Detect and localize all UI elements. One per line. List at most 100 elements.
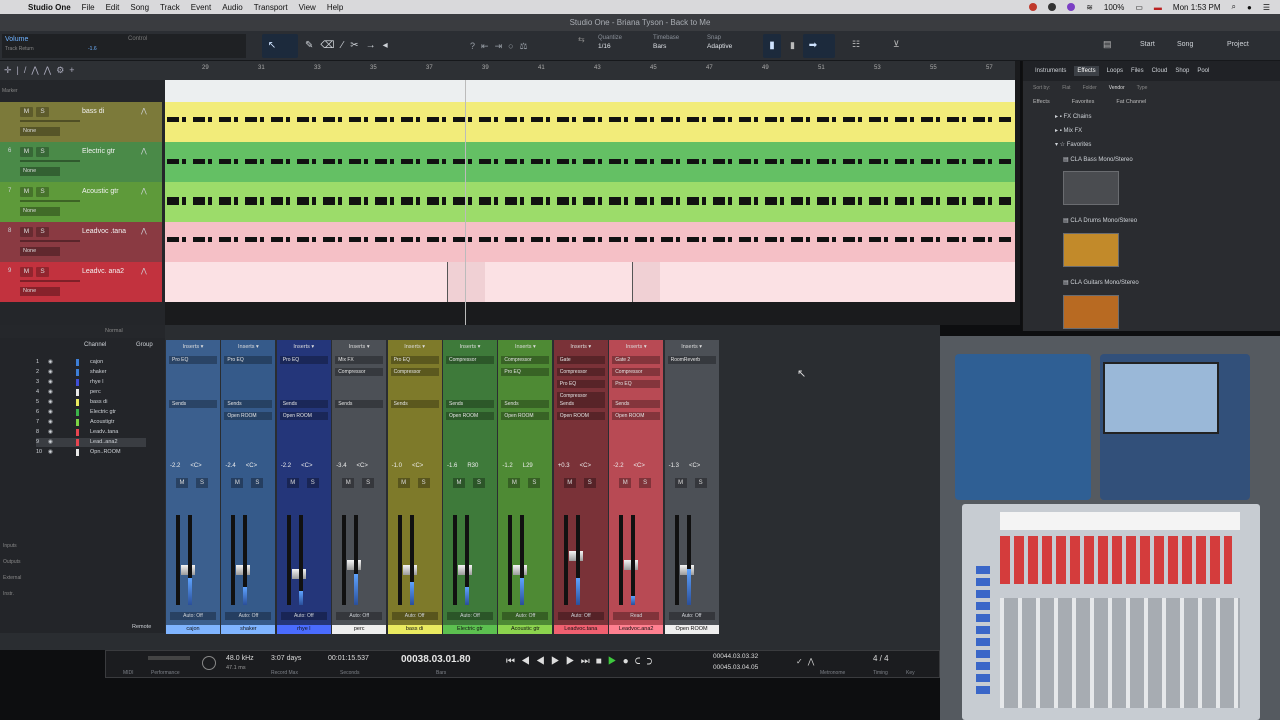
channel-name[interactable]: Open ROOM [664,625,719,634]
mixer-channel[interactable]: Inserts ▾ Mix FX Compressor Sends -3.4 <C> M S A… [332,340,387,634]
outputs-label[interactable]: Outputs [3,559,21,565]
pipe-icon[interactable]: | [17,65,24,75]
track-input-select[interactable]: None [20,167,60,176]
volume-line[interactable] [20,120,80,122]
forward-icon[interactable]: ▶▶ [551,656,581,667]
solo-button[interactable]: S [36,147,49,157]
insert-slot[interactable]: Pro EQ [556,380,605,388]
insert-slot[interactable]: Compressor [335,368,384,376]
eraser-tool-icon[interactable]: ⌫ [320,40,341,51]
track-header[interactable]: M S 7 Acoustic gtr None ⋀ [0,182,162,222]
channel-list-item[interactable]: 3 ◉ rhye l [36,378,146,387]
channel-list-item[interactable]: 1 ◉ cajon [36,358,146,367]
mute-button[interactable]: M [453,478,465,488]
pan-value[interactable]: L29 [523,463,533,469]
automation-mode[interactable]: Auto: Off [447,612,493,620]
send-slot[interactable]: Open ROOM [224,412,273,420]
rewind-icon[interactable]: ◀◀ [521,656,551,667]
sort-type[interactable]: Type [1137,85,1148,91]
status-icon[interactable] [1029,3,1038,11]
user-icon[interactable]: ● [1247,3,1252,12]
visibility-icon[interactable]: ◉ [48,359,53,365]
tempo-icon[interactable]: ⊻ [893,39,900,50]
track-name[interactable]: bass di [82,108,104,115]
nudge-right-icon[interactable]: ⇥ [495,41,509,51]
insert-slot[interactable]: Pro EQ [612,380,661,388]
insert-slot[interactable]: Pro EQ [224,356,273,364]
inserts-header[interactable]: Inserts ▾ [168,342,218,352]
send-slot[interactable]: Sends [224,400,273,408]
audio-waveform[interactable] [167,159,1013,164]
insert-slot[interactable]: Compressor [612,368,661,376]
send-slot[interactable]: Sends [335,400,384,408]
channel-list-name[interactable]: Electric gtr [90,409,116,415]
solo-button[interactable]: S [694,478,707,488]
normal-label[interactable]: Normal [105,328,123,334]
inserts-header[interactable]: Inserts ▾ [445,342,495,352]
channel-list-item[interactable]: 2 ◉ shaker [36,368,146,377]
mixer-channel[interactable]: Inserts ▾ Gate Compressor Pro EQ Compressor S… [553,340,608,634]
parameter-panel[interactable]: Volume Track Return -1.6 Control [2,34,246,58]
track-lane[interactable] [165,222,1015,262]
metronome-icon[interactable]: ⚖ [520,41,534,51]
sort-folder[interactable]: Folder [1083,85,1097,91]
automation-mode[interactable]: Auto: Off [502,612,549,620]
solo-button[interactable]: S [36,267,49,277]
insert-slot[interactable]: Pro EQ [390,356,439,364]
mute-button[interactable]: M [619,478,632,488]
pan-value[interactable]: <C> [246,463,257,469]
channel-name[interactable]: Acoustic gtr [498,625,553,634]
send-slot[interactable]: Sends [556,400,605,408]
browser-item-mix-fx[interactable]: ▸ ▪ Mix FX [1055,127,1082,134]
end-icon[interactable]: ⏭ [581,656,596,667]
send-slot[interactable]: Open ROOM [612,412,661,420]
channel-list-item[interactable]: 4 ◉ perc [36,388,146,397]
timebase-field[interactable]: Timebase Bars [653,34,679,51]
browser-item-cla-guitars[interactable]: ▤ CLA Guitars Mono/Stereo [1063,279,1139,286]
channel-list-name[interactable]: shaker [90,369,107,375]
send-slot[interactable]: Open ROOM [446,412,494,420]
volume-readout[interactable]: -1.3 <C> [669,463,715,473]
return-zero-icon[interactable]: ⏮ [506,656,521,667]
menu-event[interactable]: Event [191,3,211,12]
mixer-channel[interactable]: Inserts ▾ Compressor Sends Open ROOM -1.6 R30… [443,340,497,634]
wave-icon[interactable]: ⋀ [31,65,43,75]
volume-readout[interactable]: -1.6 R30 [447,463,493,473]
mute-button[interactable]: M [20,187,33,197]
menu-view[interactable]: View [299,3,316,12]
snap-field[interactable]: Snap Adaptive [707,34,732,51]
solo-button[interactable]: S [473,478,485,488]
loop-transport-icon[interactable]: ⊂⊃ [635,656,659,667]
insert-slot[interactable]: Mix FX [335,356,384,364]
audio-waveform[interactable] [167,237,1013,242]
pan-value[interactable]: <C> [190,463,201,469]
volume-line[interactable] [20,240,80,242]
send-slot[interactable]: Sends [612,400,661,408]
solo-button[interactable]: S [306,478,319,488]
range-tool-icon[interactable]: ∕ [342,40,351,51]
mute-button[interactable]: M [342,478,355,488]
color-swatch[interactable] [76,429,79,436]
channel-name[interactable]: perc [332,625,387,634]
volume-line[interactable] [20,280,80,282]
audio-waveform[interactable] [167,117,1013,122]
send-slot[interactable]: Sends [501,400,550,408]
send-slot[interactable]: Open ROOM [279,412,328,420]
crumb-effects[interactable]: Effects [1033,99,1050,105]
mute-button[interactable]: M [508,478,521,488]
mute-button[interactable]: M [397,478,410,488]
color-swatch[interactable] [76,359,79,366]
tab-shop[interactable]: Shop [1175,68,1189,74]
browser-item-cla-bass[interactable]: ▤ CLA Bass Mono/Stereo [1063,156,1133,163]
search-icon[interactable]: ⌕ [1232,2,1236,12]
bend-tool-icon[interactable]: → [366,40,383,51]
track-lane[interactable] [165,262,1015,302]
tab-loops[interactable]: Loops [1107,68,1123,74]
visibility-icon[interactable]: ◉ [48,399,53,405]
track-name[interactable]: Leadvc. ana2 [82,268,124,275]
send-slot[interactable]: Sends [279,400,328,408]
inserts-header[interactable]: Inserts ▾ [500,342,550,352]
wrench-icon[interactable]: ✛ [4,65,17,75]
channel-name[interactable]: rhye l [276,625,331,634]
track-header[interactable]: M S 8 Leadvoc .tana None ⋀ [0,222,162,262]
